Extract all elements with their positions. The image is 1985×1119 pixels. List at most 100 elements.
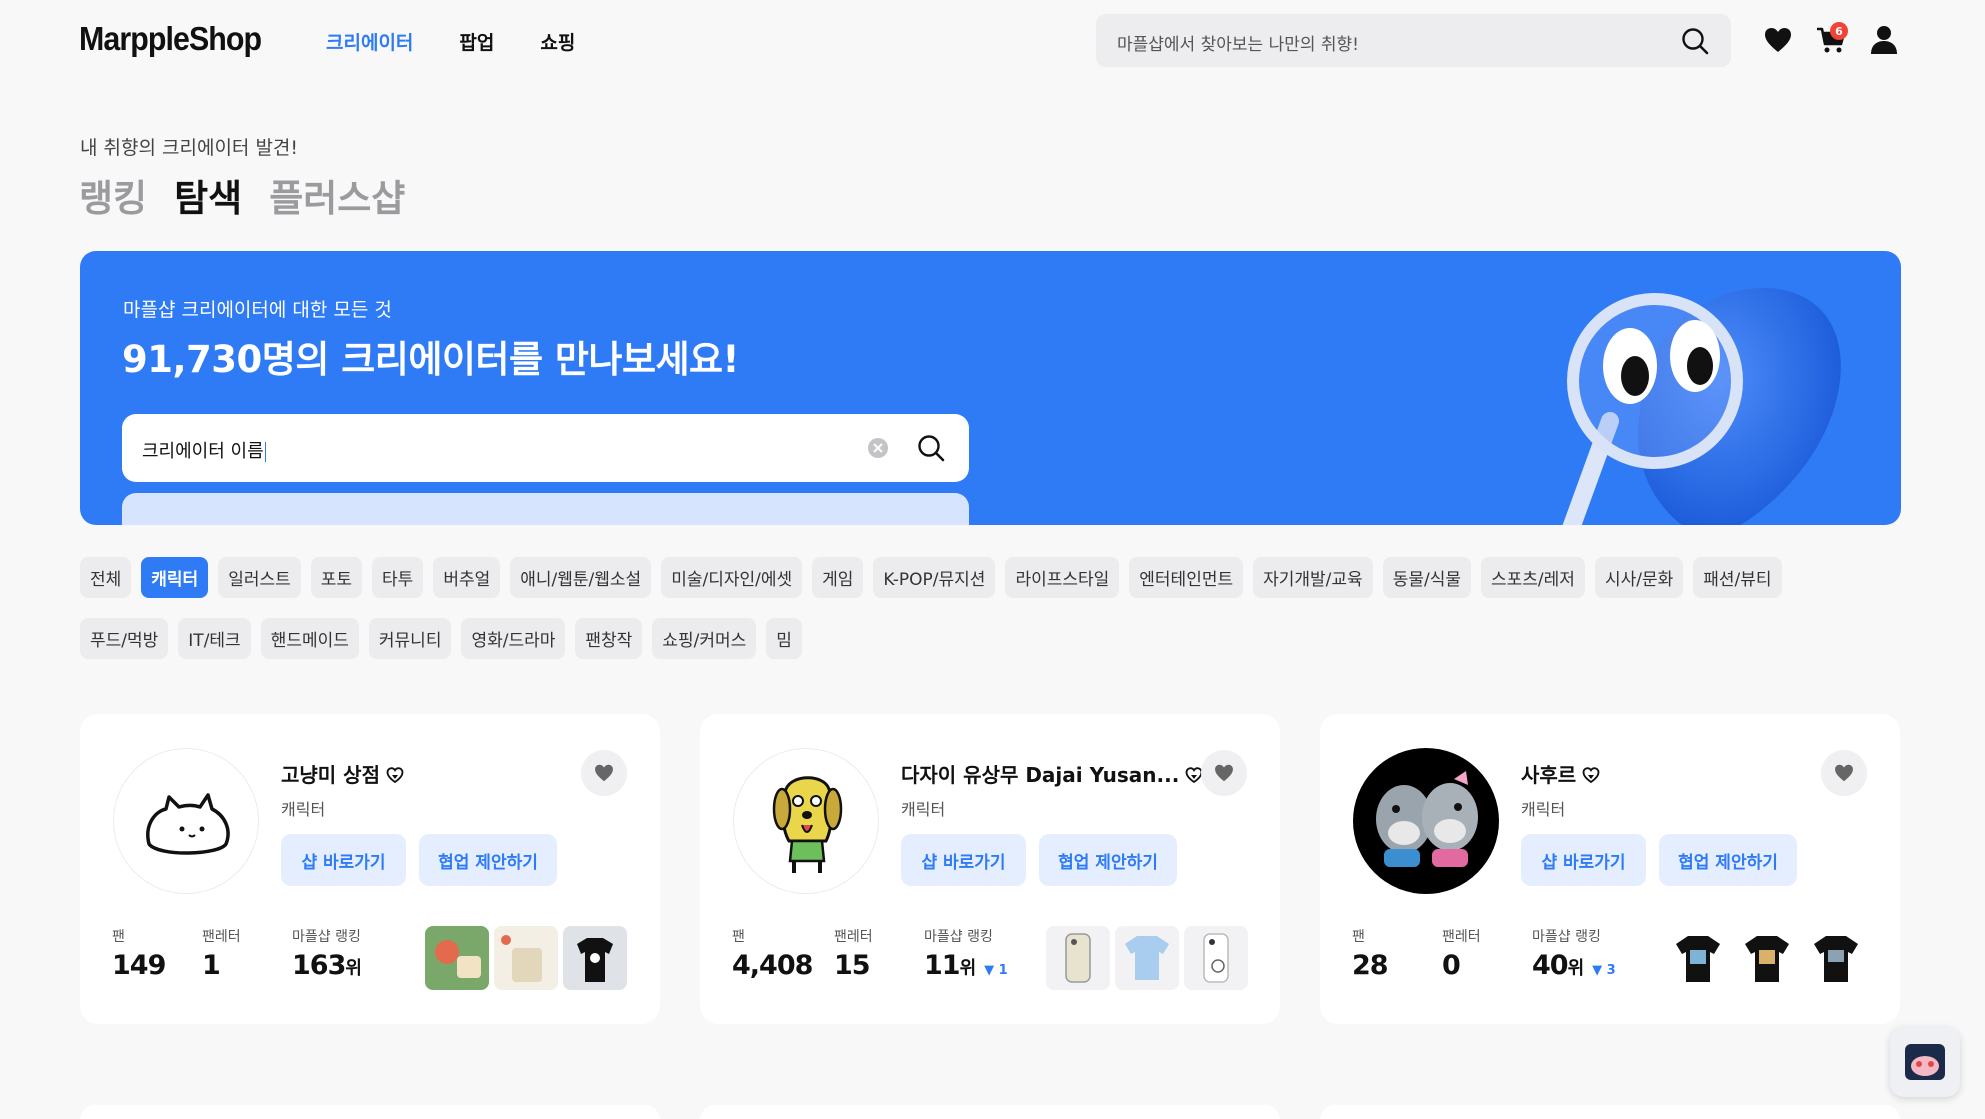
product-thumbnail[interactable] xyxy=(1666,926,1730,990)
cart-count-badge: 6 xyxy=(1830,22,1848,40)
product-thumbnails xyxy=(1046,926,1248,990)
category-chips: 전체 캐릭터 일러스트 포토 타투 버추얼 애니/웹툰/웹소설 미술/디자인/에셋 게임 K-PO… xyxy=(80,557,1910,659)
category-chip[interactable]: K-POP/뮤지션 xyxy=(873,557,996,598)
category-chip[interactable]: 전체 xyxy=(80,557,132,598)
favorite-button[interactable] xyxy=(1821,750,1867,796)
creator-card[interactable]: 사후르 캐릭터 샵 바로가기 협업 제안하기 팬 팬레터 마플샵 랭킹 28 0… xyxy=(1320,714,1900,1024)
category-chip[interactable]: 동물/식물 xyxy=(1382,557,1471,598)
product-thumbnail[interactable] xyxy=(1115,926,1179,990)
main-nav: 크리에이터 팝업 쇼핑 xyxy=(326,28,575,55)
global-search-input[interactable]: 마플샵에서 찾아보는 나만의 취향! xyxy=(1096,14,1731,67)
heart-badge-icon xyxy=(386,767,404,784)
shop-button[interactable]: 샵 바로가기 xyxy=(901,834,1026,886)
collab-button[interactable]: 협업 제안하기 xyxy=(419,834,557,886)
product-thumbnail[interactable] xyxy=(1804,926,1868,990)
fan-letters-label: 팬레터 xyxy=(202,929,241,945)
search-icon[interactable] xyxy=(915,432,947,464)
nav-popup[interactable]: 팝업 xyxy=(459,28,494,55)
category-chip[interactable]: 팬창작 xyxy=(575,618,643,659)
heart-icon[interactable] xyxy=(1762,24,1794,56)
product-thumbnail[interactable] xyxy=(563,926,627,990)
category-chip[interactable]: 캐릭터 xyxy=(141,557,209,598)
category-chip[interactable]: 버추얼 xyxy=(433,557,501,598)
mascot-magnifier-illustration xyxy=(1562,288,1841,525)
category-chip[interactable]: IT/테크 xyxy=(178,618,251,659)
dog-character-icon xyxy=(772,776,843,873)
category-chip[interactable]: 엔터테인먼트 xyxy=(1129,557,1244,598)
collab-button[interactable]: 협업 제안하기 xyxy=(1659,834,1797,886)
creator-category: 캐릭터 xyxy=(281,800,326,819)
header: MarppleShop 크리에이터 팝업 쇼핑 마플샵에서 찾아보는 나만의 취… xyxy=(0,0,1985,82)
creator-name[interactable]: 다자이 유상무 Dajai Yusan... xyxy=(901,759,1203,788)
fans-count: 149 xyxy=(112,950,166,981)
category-chip[interactable]: 시사/문화 xyxy=(1594,557,1684,598)
tshirt-product-image xyxy=(1735,926,1799,990)
page-tabs: 랭킹 탐색 플러스샵 xyxy=(79,168,405,222)
tab-ranking[interactable]: 랭킹 xyxy=(79,168,147,222)
fans-count: 28 xyxy=(1352,950,1389,981)
creator-avatar[interactable] xyxy=(1353,748,1499,894)
tab-plusshop[interactable]: 플러스샵 xyxy=(269,168,405,222)
chat-button[interactable] xyxy=(1890,1027,1960,1097)
tab-explore[interactable]: 탐색 xyxy=(174,168,242,222)
creator-name[interactable]: 사후르 xyxy=(1521,759,1600,788)
category-chip[interactable]: 푸드/먹방 xyxy=(80,618,169,659)
rank-change: ▼ 1 xyxy=(984,963,1008,978)
fan-letters-label: 팬레터 xyxy=(834,929,873,945)
favorite-button[interactable] xyxy=(581,750,627,796)
product-thumbnail[interactable] xyxy=(1184,926,1248,990)
bag-product-image xyxy=(494,926,558,990)
clear-icon[interactable] xyxy=(867,437,889,459)
fans-label: 팬 xyxy=(112,929,125,945)
cat-character-icon xyxy=(146,793,230,855)
creator-name[interactable]: 고냥미 상점 xyxy=(281,759,404,788)
category-chip[interactable]: 커뮤니티 xyxy=(368,618,452,659)
collab-button[interactable]: 협업 제안하기 xyxy=(1039,834,1177,886)
tshirt-product-image xyxy=(563,926,627,990)
category-chip[interactable]: 영화/드라마 xyxy=(461,618,566,659)
nav-creator[interactable]: 크리에이터 xyxy=(326,28,413,55)
shop-button[interactable]: 샵 바로가기 xyxy=(281,834,406,886)
heart-badge-icon xyxy=(1582,767,1600,784)
creator-avatar[interactable] xyxy=(113,748,259,894)
fan-letters-count: 15 xyxy=(834,950,871,981)
creator-search-value: 크리에이터 이름 xyxy=(142,437,267,463)
favorite-button[interactable] xyxy=(1201,750,1247,796)
ranking-label: 마플샵 랭킹 xyxy=(924,929,993,945)
category-chip[interactable]: 패션/뷰티 xyxy=(1693,557,1782,598)
product-thumbnail[interactable] xyxy=(494,926,558,990)
fans-label: 팬 xyxy=(1352,929,1365,945)
fans-count: 4,408 xyxy=(732,950,813,981)
category-chip[interactable]: 라이프스타일 xyxy=(1005,557,1120,598)
product-thumbnail[interactable] xyxy=(1046,926,1110,990)
search-icon[interactable] xyxy=(1679,25,1711,57)
chat-mascot-icon xyxy=(1905,1044,1945,1080)
logo[interactable]: MarppleShop xyxy=(79,20,262,58)
banner-title: 91,730명의 크리에이터를 만나보세요! xyxy=(122,338,739,381)
product-thumbnail[interactable] xyxy=(425,926,489,990)
category-chip[interactable]: 밈 xyxy=(766,618,802,659)
category-chip[interactable]: 일러스트 xyxy=(218,557,301,598)
category-chip[interactable]: 게임 xyxy=(812,557,864,598)
category-chip[interactable]: 자기개발/교육 xyxy=(1253,557,1373,598)
product-thumbnail[interactable] xyxy=(1735,926,1799,990)
category-chip[interactable]: 스포츠/레저 xyxy=(1481,557,1585,598)
creator-avatar[interactable] xyxy=(733,748,879,894)
category-chip[interactable]: 쇼핑/커머스 xyxy=(652,618,757,659)
nav-shopping[interactable]: 쇼핑 xyxy=(540,28,575,55)
category-chip[interactable]: 애니/웹툰/웹소설 xyxy=(510,557,652,598)
ranking-value: 40위 ▼ 3 xyxy=(1532,950,1616,981)
creator-search-input[interactable]: 크리에이터 이름 xyxy=(122,414,969,482)
creator-category: 캐릭터 xyxy=(1521,800,1566,819)
creator-card[interactable]: 고냥미 상점 캐릭터 샵 바로가기 협업 제안하기 팬 팬레터 마플샵 랭킹 1… xyxy=(80,714,660,1024)
shop-button[interactable]: 샵 바로가기 xyxy=(1521,834,1646,886)
creator-card[interactable]: 다자이 유상무 Dajai Yusan... 캐릭터 샵 바로가기 협업 제안하… xyxy=(700,714,1280,1024)
category-chip[interactable]: 타투 xyxy=(372,557,424,598)
user-icon[interactable] xyxy=(1868,24,1900,56)
heart-icon xyxy=(1835,764,1853,782)
page-subtitle: 내 취향의 크리에이터 발견! xyxy=(80,137,299,159)
ranking-value: 11위 ▼ 1 xyxy=(924,950,1008,981)
category-chip[interactable]: 미술/디자인/에셋 xyxy=(661,557,803,598)
category-chip[interactable]: 포토 xyxy=(310,557,363,598)
category-chip[interactable]: 핸드메이드 xyxy=(260,618,359,659)
